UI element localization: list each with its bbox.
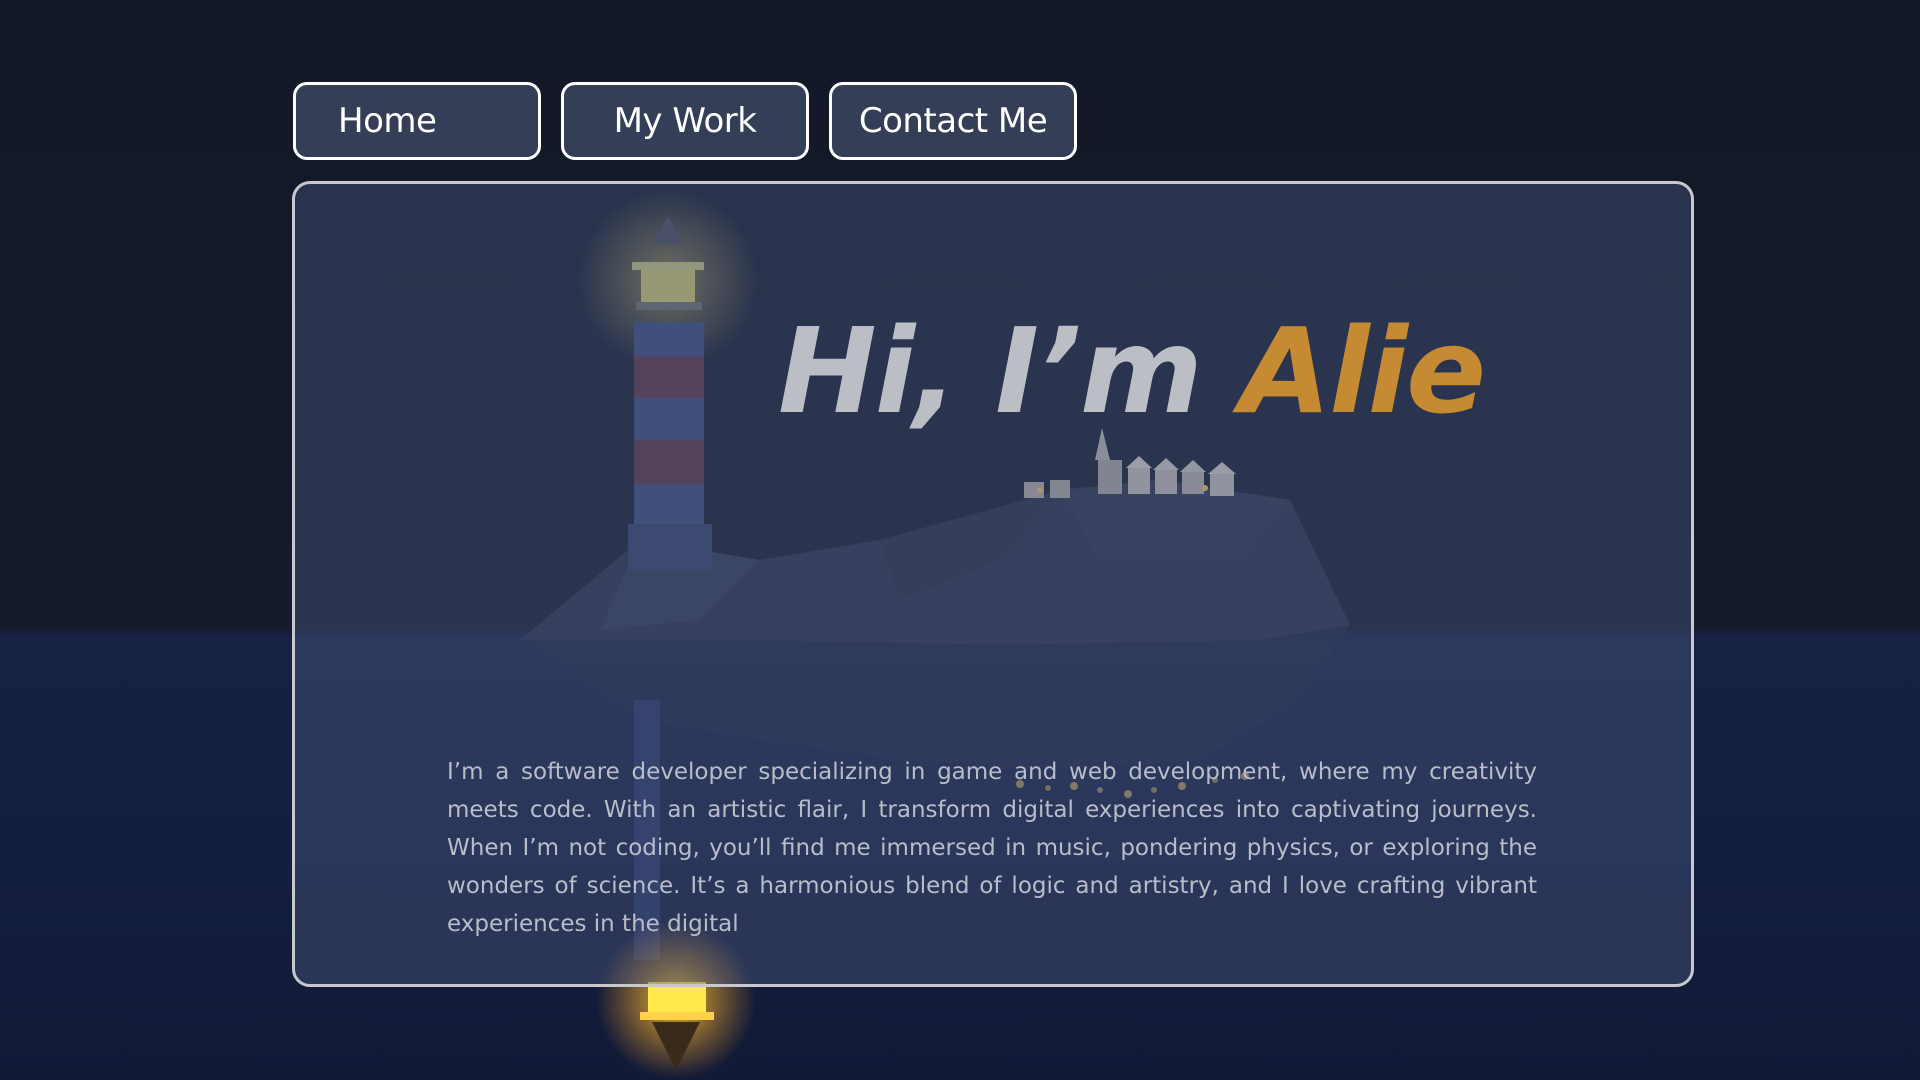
nav-my-work-button[interactable]: My Work bbox=[561, 82, 809, 160]
hero-name: Alie bbox=[1239, 302, 1486, 440]
nav-contact-me-button[interactable]: Contact Me bbox=[829, 82, 1077, 160]
nav-home-button[interactable]: Home bbox=[293, 82, 541, 160]
hero-panel: Hi, I’m Alie I’m a software developer sp… bbox=[292, 181, 1694, 987]
hero-title: Hi, I’m Alie bbox=[778, 302, 1486, 440]
hero-greeting: Hi, I’m bbox=[778, 302, 1203, 440]
hero-bio: I’m a software developer specializing in… bbox=[447, 759, 1537, 937]
main-nav: Home My Work Contact Me bbox=[293, 82, 1077, 160]
